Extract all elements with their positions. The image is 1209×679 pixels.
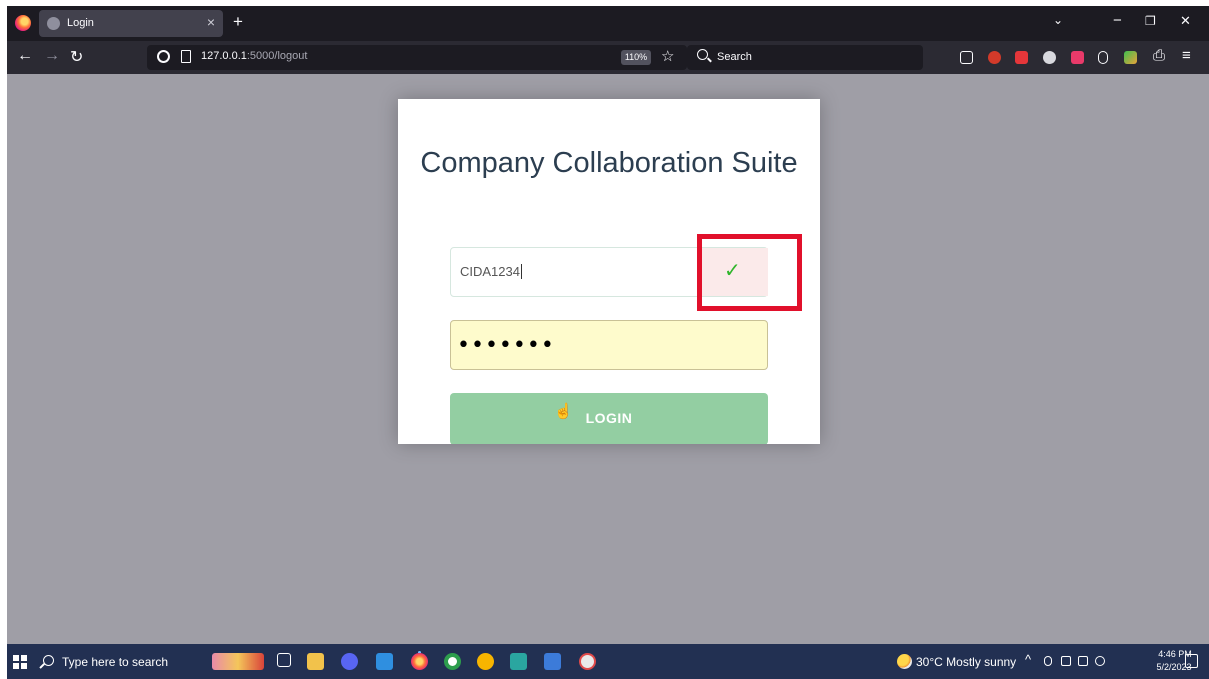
search-placeholder: Search — [717, 51, 752, 63]
extension-s-icon[interactable] — [1015, 51, 1028, 64]
extension-color-icon[interactable] — [1124, 51, 1137, 64]
login-button[interactable]: ☝ LOGIN — [450, 393, 768, 444]
app-window-icon[interactable] — [510, 653, 527, 670]
restore-button[interactable]: ❐ — [1145, 14, 1156, 28]
system-tray: 30°C Mostly sunny ^ 4:46 PM 5/2/2023 — [897, 644, 1209, 679]
bookmark-star-icon[interactable]: ☆ — [661, 47, 674, 65]
powershell-icon[interactable] — [544, 653, 561, 670]
extensions-puzzle-icon[interactable]: ⎙ — [1153, 47, 1165, 64]
extension-mouse-icon[interactable] — [1098, 51, 1108, 64]
taskbar-search[interactable]: Type here to search — [37, 650, 207, 674]
menu-hamburger-icon[interactable]: ≡ — [1182, 47, 1191, 64]
page-viewport: Company Collaboration Suite CIDA1234 ✓ •… — [7, 74, 1209, 644]
minimize-button[interactable]: − — [1113, 12, 1122, 29]
url-path: :5000/logout — [246, 50, 308, 62]
show-hidden-icons-chevron[interactable]: ^ — [1025, 652, 1031, 667]
search-icon — [43, 655, 54, 666]
weather-sun-icon[interactable] — [897, 654, 912, 669]
highlight-annotation-box — [697, 234, 802, 311]
firefox-taskbar-icon[interactable] — [411, 653, 428, 670]
search-bar[interactable]: Search — [687, 45, 923, 70]
windows-taskbar: Type here to search 30°C Mostly sunny ^ … — [7, 644, 1209, 679]
new-tab-button[interactable]: + — [233, 12, 243, 32]
vscode-icon[interactable] — [376, 653, 393, 670]
url-text[interactable]: 127.0.0.1:5000/logout — [201, 50, 307, 62]
forward-button[interactable]: → — [44, 47, 60, 65]
discord-icon[interactable] — [341, 653, 358, 670]
password-field[interactable]: ••••••• — [450, 320, 768, 370]
app-icon[interactable] — [444, 653, 461, 670]
url-bar[interactable]: 127.0.0.1:5000/logout 110% ☆ — [147, 45, 687, 70]
login-button-label: LOGIN — [585, 410, 633, 426]
search-icon — [697, 49, 708, 60]
password-value: ••••••• — [457, 333, 555, 358]
volume-icon[interactable] — [1095, 656, 1105, 666]
tab-login[interactable]: Login × — [39, 10, 223, 37]
file-explorer-icon[interactable] — [307, 653, 324, 670]
taskbar-search-placeholder: Type here to search — [62, 655, 169, 669]
tab-favicon-icon — [47, 17, 60, 30]
firefox-logo-icon[interactable] — [15, 15, 31, 31]
notification-center-icon[interactable] — [1185, 654, 1198, 668]
battery-icon[interactable] — [1061, 656, 1071, 666]
tab-close-icon[interactable]: × — [207, 14, 215, 30]
network-icon[interactable] — [1078, 656, 1088, 666]
back-button[interactable]: ← — [17, 47, 33, 65]
tab-title: Login — [67, 17, 94, 29]
zoom-level-badge[interactable]: 110% — [621, 50, 651, 65]
app-b-icon[interactable] — [477, 653, 494, 670]
navigation-toolbar: ← → ↻ 127.0.0.1:5000/logout 110% ☆ Searc… — [7, 41, 1209, 74]
close-window-button[interactable]: ✕ — [1180, 13, 1191, 29]
url-host: 127.0.0.1 — [201, 50, 247, 62]
tab-bar: Login × + ⌄ − ❐ ✕ — [7, 6, 1209, 41]
extension-circle-icon[interactable] — [1043, 51, 1056, 64]
widgets-flower-icon[interactable] — [212, 653, 264, 670]
page-title: Company Collaboration Suite — [420, 147, 798, 179]
screen: Login × + ⌄ − ❐ ✕ ← → ↻ 127.0.0.1:5000/l… — [7, 6, 1209, 679]
page-info-icon[interactable] — [181, 50, 191, 63]
tracking-protection-shield-icon[interactable] — [157, 50, 170, 63]
list-tabs-chevron-icon[interactable]: ⌄ — [1053, 13, 1063, 27]
app-dial-icon[interactable] — [579, 653, 596, 670]
windows-start-icon[interactable] — [13, 655, 27, 669]
username-value: CIDA1234 — [460, 264, 520, 279]
pocket-icon[interactable] — [960, 51, 973, 64]
reload-button[interactable]: ↻ — [70, 47, 83, 67]
extension-icon[interactable] — [988, 51, 1001, 64]
task-view-icon[interactable] — [277, 653, 291, 667]
microphone-icon[interactable] — [1044, 656, 1052, 666]
extension-record-icon[interactable] — [1071, 51, 1084, 64]
weather-text[interactable]: 30°C Mostly sunny — [916, 655, 1016, 669]
